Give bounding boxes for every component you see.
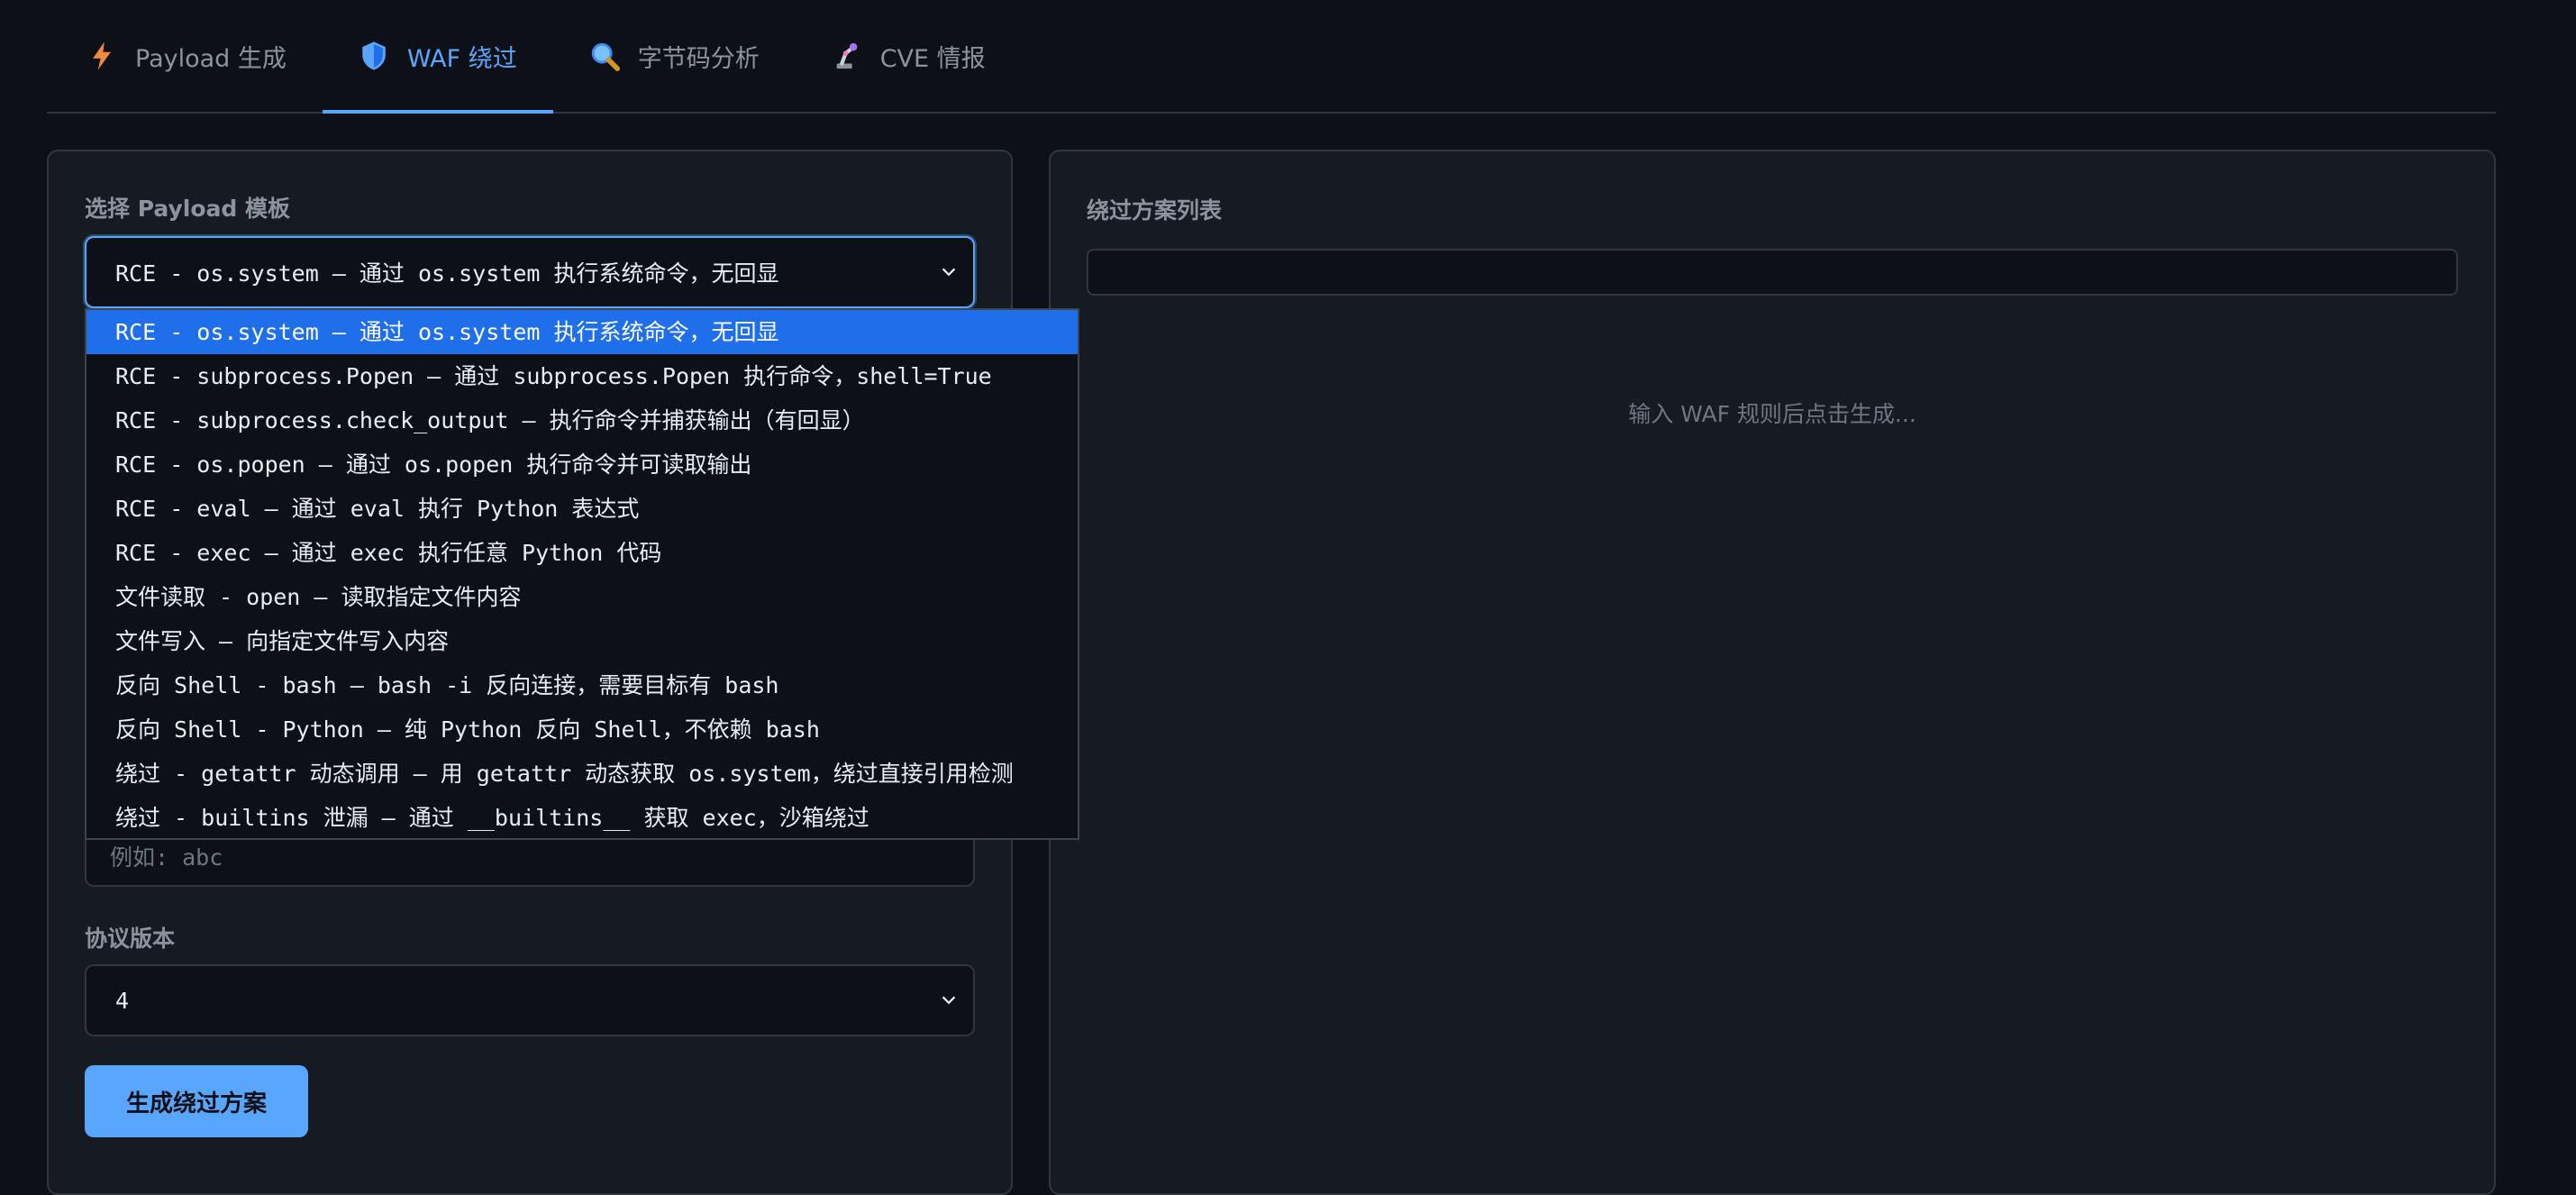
generate-bypass-button[interactable]: 生成绕过方案: [85, 1065, 308, 1137]
tab-cve-intel[interactable]: CVE 情报: [796, 0, 1022, 112]
template-option[interactable]: 反向 Shell - bash — bash -i 反向连接，需要目标有 bas…: [86, 663, 1078, 707]
protocol-select-value: 4: [115, 987, 130, 1014]
tab-bytecode-analysis[interactable]: 字节码分析: [553, 0, 796, 112]
chevron-down-icon: [942, 268, 956, 277]
template-select[interactable]: RCE - os.system — 通过 os.system 执行系统命令，无回…: [85, 236, 975, 308]
bypass-results-panel: [1049, 150, 2496, 1195]
magnifier-icon: [589, 41, 620, 71]
shield-icon: [359, 41, 389, 71]
template-option[interactable]: 绕过 - builtins 泄漏 — 通过 __builtins__ 获取 ex…: [86, 796, 1078, 838]
template-option[interactable]: 文件读取 - open — 读取指定文件内容: [86, 575, 1078, 619]
template-option[interactable]: 绕过 - getattr 动态调用 — 用 getattr 动态获取 os.sy…: [86, 752, 1078, 796]
protocol-label: 协议版本: [85, 926, 176, 952]
template-option[interactable]: 文件写入 — 向指定文件写入内容: [86, 619, 1078, 663]
template-select-value: RCE - os.system — 通过 os.system 执行系统命令，无回…: [115, 260, 779, 287]
lightning-icon: [86, 41, 117, 71]
tab-label: CVE 情报: [879, 44, 986, 73]
template-label: 选择 Payload 模板: [85, 196, 290, 222]
template-option[interactable]: RCE - exec — 通过 exec 执行任意 Python 代码: [86, 531, 1078, 575]
tab-label: Payload 生成: [135, 44, 287, 73]
template-option[interactable]: RCE - os.system — 通过 os.system 执行系统命令，无回…: [86, 310, 1078, 354]
protocol-select[interactable]: 4: [85, 964, 975, 1036]
tab-payload-generate[interactable]: Payload 生成: [47, 0, 323, 112]
template-dropdown-list[interactable]: RCE - os.system — 通过 os.system 执行系统命令，无回…: [85, 308, 1079, 840]
chevron-down-icon: [942, 996, 956, 1005]
template-option[interactable]: RCE - subprocess.check_output — 执行命令并捕获输…: [86, 398, 1078, 442]
template-option[interactable]: RCE - os.popen — 通过 os.popen 执行命令并可读取输出: [86, 442, 1078, 487]
template-option[interactable]: 反向 Shell - Python — 纯 Python 反向 Shell，不依…: [86, 707, 1078, 752]
template-option[interactable]: RCE - subprocess.Popen — 通过 subprocess.P…: [86, 354, 1078, 398]
robot-arm-icon: [832, 41, 862, 71]
template-option[interactable]: RCE - eval — 通过 eval 执行 Python 表达式: [86, 487, 1078, 531]
tab-label: 字节码分析: [637, 44, 760, 73]
waf-rule-placeholder: 例如: abc: [110, 844, 223, 871]
results-filter-bar[interactable]: [1087, 249, 2458, 296]
results-title: 绕过方案列表: [1087, 197, 1223, 223]
tab-bar: Payload 生成 WAF 绕过 字节码分析 CVE 情报: [47, 0, 2496, 114]
tab-label: WAF 绕过: [406, 44, 517, 73]
results-empty-text: 输入 WAF 规则后点击生成...: [1628, 401, 1916, 427]
tab-waf-bypass[interactable]: WAF 绕过: [322, 0, 553, 114]
